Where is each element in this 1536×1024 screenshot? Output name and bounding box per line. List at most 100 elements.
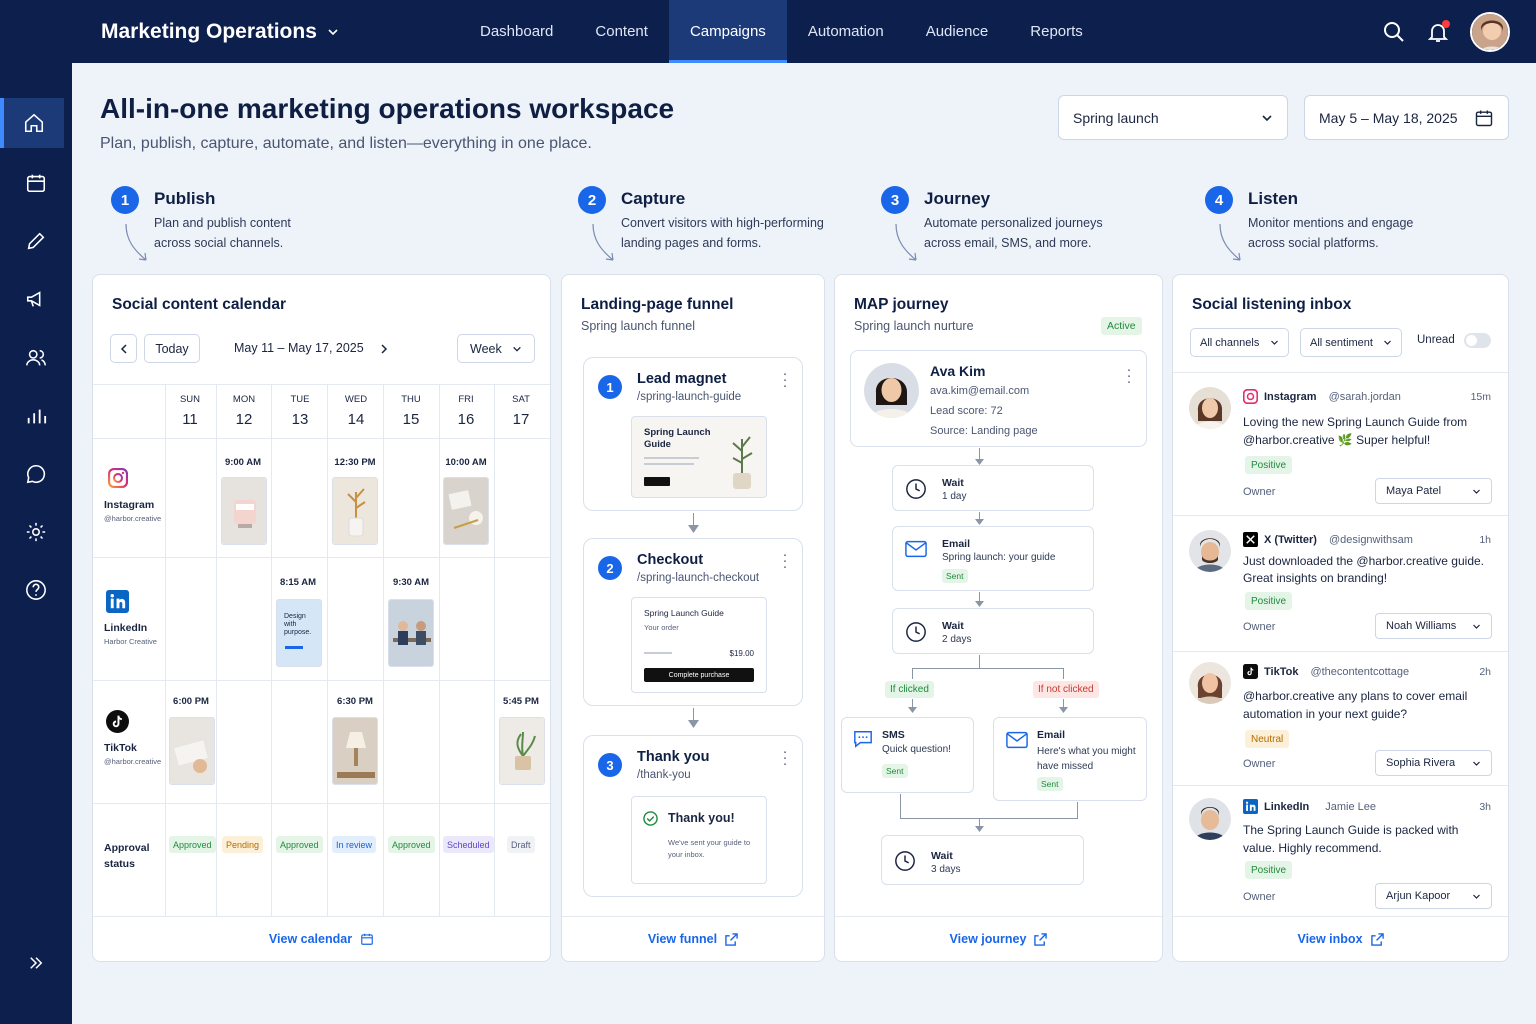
chevron-down-icon [1473, 761, 1480, 766]
funnel-step[interactable]: 3 Thank you /thank-you · · · Thank you! We… [583, 735, 803, 897]
more-icon[interactable]: · · · [1126, 362, 1132, 389]
channel-filter[interactable]: All channels [1190, 328, 1289, 357]
sidebar-item-home[interactable] [0, 98, 64, 148]
sidebar-item-content[interactable] [0, 216, 72, 266]
chevron-down-icon [1262, 114, 1272, 121]
journey-email-node[interactable]: Email Here's what you might have missed … [993, 717, 1147, 801]
node-title: Email [942, 538, 971, 550]
listening-post[interactable]: X (Twitter) @designwithsam 1h Just downl… [1173, 515, 1508, 651]
view-inbox-link[interactable]: View inbox [1173, 916, 1508, 961]
journey-email-node[interactable]: Email Spring launch: your guide Sent [892, 526, 1094, 591]
users-icon [26, 349, 46, 366]
view-calendar-link[interactable]: View calendar [93, 916, 550, 961]
notifications-button[interactable] [1426, 20, 1450, 44]
channel-label-instagram: Instagram @harbor.creative [104, 499, 161, 523]
sidebar-item-reports[interactable] [0, 391, 72, 441]
post-thumbnail[interactable] [499, 717, 545, 785]
footer-link-label: View calendar [268, 932, 353, 946]
sidebar [0, 63, 72, 1024]
post-thumbnail[interactable] [332, 477, 378, 545]
listening-post[interactable]: LinkedIn Jamie Lee 3h The Spring Launch … [1173, 785, 1508, 918]
tiktok-icon [106, 710, 129, 733]
funnel-step[interactable]: 2 Checkout /spring-launch-checkout · · · S… [583, 538, 803, 706]
owner-label: Owner [1243, 758, 1276, 770]
tab-audience[interactable]: Audience [905, 0, 1010, 63]
network-name: Instagram [1264, 390, 1317, 403]
listening-post[interactable]: Instagram @sarah.jordan 15m Loving the n… [1173, 372, 1508, 515]
post-text: Loving the new Spring Launch Guide from … [1243, 415, 1468, 447]
node-subtitle: Quick question! [882, 744, 951, 755]
owner-select[interactable]: Sophia Rivera [1375, 750, 1492, 776]
search-icon[interactable] [1382, 20, 1406, 44]
date-range-picker[interactable]: May 5 – May 18, 2025 [1304, 95, 1509, 140]
post-text: The Spring Launch Guide is packed with v… [1243, 823, 1459, 855]
sidebar-item-messages[interactable] [0, 449, 72, 499]
tab-dashboard[interactable]: Dashboard [459, 0, 574, 63]
contact-name: Ava Kim [930, 363, 986, 379]
sidebar-item-campaigns[interactable] [0, 274, 72, 324]
landing-funnel-card: Landing-page funnel Spring launch funnel… [561, 274, 825, 962]
journey-wait-node[interactable]: Wait 3 days [881, 835, 1084, 885]
owner-select[interactable]: Noah Williams [1375, 613, 1492, 639]
node-subtitle: Here's what you might have missed [1037, 746, 1136, 772]
post-thumbnail[interactable] [169, 717, 215, 785]
help-icon [26, 580, 46, 600]
day-number: 17 [512, 411, 530, 428]
map-journey-card: MAP journey Spring launch nurture Active… [834, 274, 1163, 962]
home-icon [24, 113, 44, 133]
page-title: All-in-one marketing operations workspac… [100, 93, 675, 124]
sidebar-item-calendar[interactable] [0, 158, 72, 208]
user-avatar[interactable] [1470, 12, 1510, 52]
contact-lead-score: Lead score: 72 [930, 405, 1003, 417]
sentiment-filter[interactable]: All sentiment [1300, 328, 1402, 357]
post-thumbnail[interactable] [332, 717, 378, 785]
contact-card[interactable]: Ava Kim ava.kim@email.com Lead score: 72… [850, 350, 1147, 447]
funnel-step-number: 1 [598, 375, 622, 399]
today-button[interactable]: Today [144, 334, 200, 363]
post-time: 3h [1479, 801, 1491, 813]
owner-value: Noah Williams [1386, 620, 1457, 632]
owner-select[interactable]: Arjun Kapoor [1375, 883, 1492, 909]
view-select[interactable]: Week [457, 334, 535, 363]
pencil-icon [27, 232, 45, 250]
sidebar-item-audience[interactable] [0, 333, 72, 383]
post-thumbnail[interactable] [443, 477, 489, 545]
sidebar-item-help[interactable] [0, 565, 72, 615]
more-icon[interactable]: · · · [782, 547, 788, 574]
tab-reports[interactable]: Reports [1009, 0, 1104, 63]
chevron-right-icon[interactable] [379, 344, 389, 354]
card-subtitle: Spring launch nurture [854, 319, 974, 333]
owner-select[interactable]: Maya Patel [1375, 478, 1492, 504]
preview-text: We've sent your guide to your inbox. [668, 838, 751, 859]
post-thumbnail[interactable] [221, 477, 267, 545]
sidebar-item-settings[interactable] [0, 507, 72, 557]
post-thumbnail[interactable]: Design with purpose. [276, 599, 322, 667]
listening-post[interactable]: TikTok @thecontentcottage 2h @harbor.cre… [1173, 651, 1508, 785]
campaign-select[interactable]: Spring launch [1058, 95, 1288, 140]
post-caption: Design with purpose. [284, 613, 312, 636]
day-of-week: FRI [458, 394, 474, 405]
prev-week-button[interactable] [110, 334, 137, 363]
post-time: 9:00 AM [224, 457, 262, 468]
view-funnel-link[interactable]: View funnel [562, 916, 824, 961]
journey-sms-node[interactable]: SMS Quick question! Sent [841, 717, 974, 793]
workspace-switcher[interactable]: Marketing Operations [101, 20, 339, 44]
more-icon[interactable]: · · · [782, 744, 788, 771]
post-thumbnail[interactable] [388, 599, 434, 667]
branch-label-yes: If clicked [885, 681, 934, 698]
tab-campaigns[interactable]: Campaigns [668, 0, 787, 63]
tab-automation[interactable]: Automation [787, 0, 905, 63]
clock-icon [895, 851, 915, 871]
unread-toggle[interactable] [1464, 333, 1491, 348]
funnel-step[interactable]: 1 Lead magnet /spring-launch-guide · · · S… [583, 357, 803, 511]
complete-purchase-button[interactable]: Complete purchase [644, 668, 754, 682]
view-journey-link[interactable]: View journey [835, 916, 1162, 961]
day-number: 16 [457, 411, 475, 428]
more-icon[interactable]: · · · [782, 366, 788, 393]
gear-icon [26, 522, 46, 542]
journey-wait-node[interactable]: Wait 2 days [892, 608, 1094, 654]
tab-content[interactable]: Content [574, 0, 669, 63]
footer-link-label: View inbox [1297, 932, 1363, 946]
sidebar-expand-button[interactable] [0, 938, 72, 988]
journey-wait-node[interactable]: Wait 1 day [892, 465, 1094, 511]
